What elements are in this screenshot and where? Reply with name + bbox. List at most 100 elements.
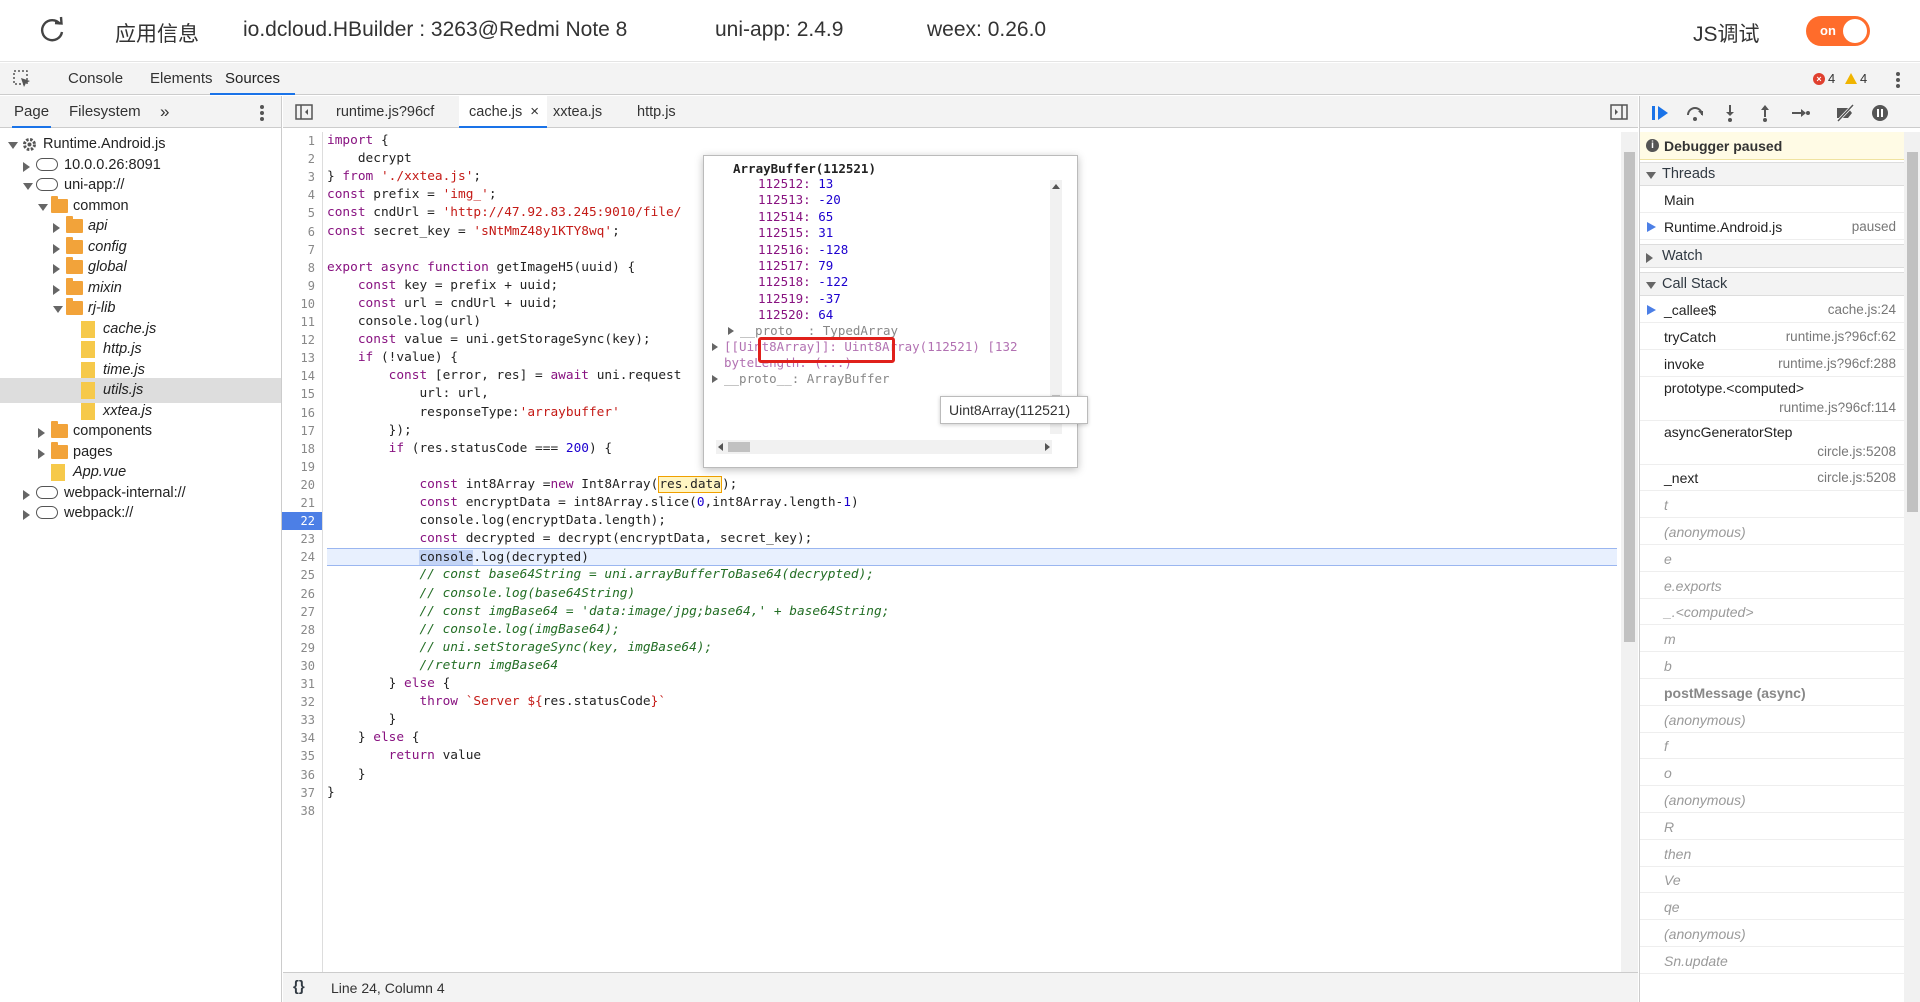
line-number[interactable]: 8 (279, 259, 315, 277)
callstack-frame[interactable]: b (1640, 653, 1904, 679)
toggle-debugger-icon[interactable] (1610, 104, 1628, 120)
expand-icon[interactable] (53, 284, 60, 295)
line-number[interactable]: 37 (279, 784, 315, 802)
line-number[interactable]: 36 (279, 766, 315, 784)
editor-scrollbar[interactable] (1621, 132, 1638, 972)
expand-icon[interactable] (23, 510, 30, 520)
line-number[interactable]: 32 (279, 693, 315, 711)
line-number[interactable]: 15 (279, 385, 315, 403)
callstack-frame[interactable]: tryCatch runtime.js?96cf:62 (1640, 324, 1904, 350)
tab-elements[interactable]: Elements (148, 63, 215, 95)
line-number[interactable]: 6 (279, 223, 315, 241)
callstack-frame[interactable]: asyncGeneratorStep circle.js:5208 (1640, 421, 1904, 466)
callstack-frame[interactable]: R (1640, 814, 1904, 840)
popover-hscroll-thumb[interactable] (728, 442, 750, 452)
warning-count[interactable]: 4 (1845, 71, 1867, 86)
callstack-frame[interactable]: m (1640, 626, 1904, 653)
expand-icon[interactable] (728, 327, 734, 335)
editor-tab-xxtea[interactable]: xxtea.js (545, 96, 610, 128)
nav-tab-page[interactable]: Page (12, 96, 52, 128)
expand-icon[interactable] (38, 448, 45, 459)
line-number[interactable]: 5 (279, 204, 315, 222)
scroll-up-icon[interactable] (1052, 184, 1060, 189)
line-number[interactable]: 12 (279, 331, 315, 349)
line-number[interactable]: 18 (279, 440, 315, 458)
line-number[interactable]: 9 (279, 277, 315, 295)
callstack-frame[interactable]: (anonymous) (1640, 787, 1904, 813)
line-number[interactable]: 28 (279, 621, 315, 639)
collapse-icon[interactable] (23, 183, 33, 190)
nav-more-icon[interactable]: » (160, 96, 169, 128)
line-number[interactable]: 20 (279, 476, 315, 494)
expand-icon[interactable] (712, 375, 718, 383)
line-number[interactable]: 29 (279, 639, 315, 657)
debugger-scrollbar[interactable] (1904, 132, 1920, 1002)
expand-icon[interactable] (53, 243, 60, 254)
section-callstack[interactable]: Call Stack (1640, 272, 1904, 296)
line-number[interactable]: 34 (279, 729, 315, 747)
more-menu-icon[interactable] (1895, 71, 1901, 89)
callstack-frame[interactable]: _next circle.js:5208 (1640, 465, 1904, 492)
step-icon[interactable] (1790, 103, 1810, 123)
scroll-right-icon[interactable] (1045, 443, 1050, 451)
line-number[interactable]: 33 (279, 711, 315, 729)
js-debug-toggle[interactable]: on (1806, 16, 1870, 46)
callstack-frame[interactable]: Sn.update (1640, 948, 1904, 974)
expand-icon[interactable] (38, 428, 45, 438)
line-number[interactable]: 3 (279, 168, 315, 186)
collapse-icon[interactable] (8, 142, 18, 149)
step-over-icon[interactable] (1685, 103, 1705, 123)
line-number[interactable]: 35 (279, 747, 315, 765)
callstack-frame[interactable]: (anonymous) (1640, 707, 1904, 733)
callstack-frame[interactable]: prototype.<computed> runtime.js?96cf:114 (1640, 377, 1904, 422)
section-threads[interactable]: Threads (1640, 162, 1904, 186)
callstack-frame[interactable]: o (1640, 760, 1904, 787)
collapse-icon[interactable] (38, 203, 48, 211)
tab-sources[interactable]: Sources (210, 63, 296, 95)
callstack-frame[interactable]: f (1640, 733, 1904, 760)
section-watch[interactable]: Watch (1640, 244, 1904, 268)
pretty-print-icon[interactable]: {} (293, 978, 305, 995)
line-number[interactable]: 30 (279, 657, 315, 675)
line-number[interactable]: 38 (279, 802, 315, 820)
line-number[interactable]: 4 (279, 186, 315, 204)
line-number[interactable]: 1 (279, 132, 315, 150)
callstack-frame[interactable]: then (1640, 841, 1904, 867)
expand-icon[interactable] (53, 264, 60, 274)
thread-item[interactable]: Runtime.Android.js paused (1640, 214, 1904, 240)
line-number[interactable]: 24 (279, 548, 315, 566)
expand-icon[interactable] (23, 161, 30, 172)
expand-icon[interactable] (23, 489, 30, 500)
callstack-frame[interactable]: Ve (1640, 867, 1904, 894)
step-out-icon[interactable] (1755, 103, 1775, 123)
line-number[interactable]: 17 (279, 422, 315, 440)
line-number[interactable]: 27 (279, 603, 315, 621)
editor-tab-http[interactable]: http.js (629, 96, 684, 128)
proto-arraybuffer-row[interactable]: __proto__: ArrayBuffer (712, 369, 890, 389)
line-number[interactable]: 26 (279, 585, 315, 603)
thread-item[interactable]: Main (1640, 187, 1904, 213)
nav-menu-icon[interactable] (259, 104, 265, 122)
callstack-frame[interactable]: _.<computed> (1640, 599, 1904, 626)
expand-icon[interactable] (53, 223, 60, 233)
line-number[interactable]: 25 (279, 566, 315, 584)
close-tab-icon[interactable]: × (530, 103, 539, 120)
line-number[interactable]: 7 (279, 241, 315, 259)
line-number[interactable]: 14 (279, 367, 315, 385)
pause-on-exceptions-icon[interactable] (1870, 103, 1890, 123)
toggle-navigator-icon[interactable] (295, 104, 313, 120)
line-number[interactable]: 2 (279, 150, 315, 168)
line-number[interactable]: 21 (279, 494, 315, 512)
deactivate-breakpoints-icon[interactable] (1835, 103, 1855, 123)
callstack-frame[interactable]: (anonymous) (1640, 921, 1904, 947)
callstack-frame[interactable]: qe (1640, 894, 1904, 921)
line-number[interactable]: 31 (279, 675, 315, 693)
callstack-frame[interactable]: postMessage (async) (1640, 680, 1904, 706)
callstack-frame[interactable]: e.exports (1640, 573, 1904, 599)
debugger-scroll-thumb[interactable] (1907, 152, 1918, 512)
editor-tab-runtime[interactable]: runtime.js?96cf (328, 96, 442, 128)
scroll-left-icon[interactable] (718, 443, 723, 451)
callstack-frame[interactable]: (anonymous) (1640, 519, 1904, 545)
callstack-frame[interactable]: t (1640, 492, 1904, 519)
editor-tab-cache[interactable]: cache.js × (459, 96, 547, 128)
